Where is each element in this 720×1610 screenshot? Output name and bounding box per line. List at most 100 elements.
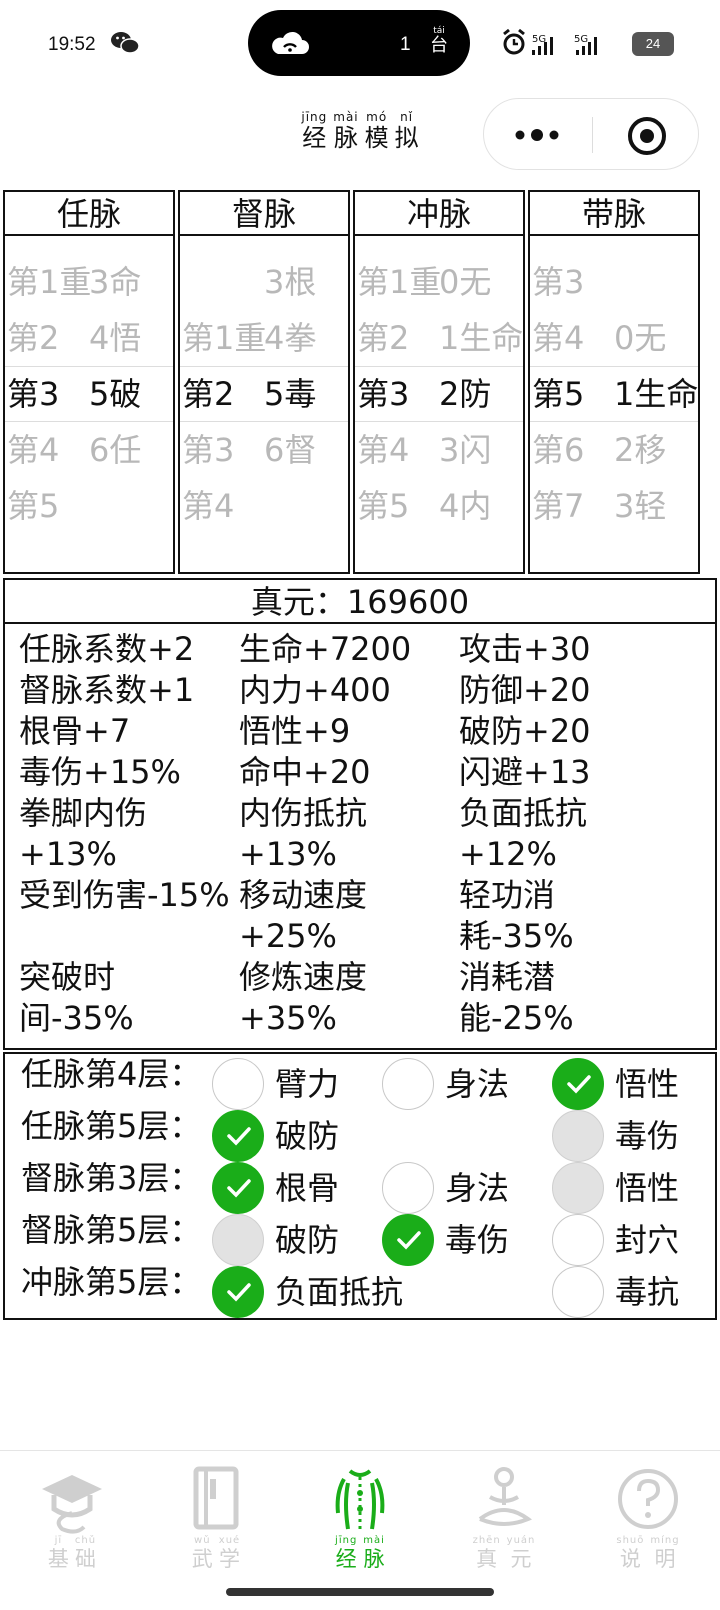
tab-label: shuō 说 míng 明 [576, 1535, 720, 1571]
meridian-wheel[interactable]: 第3 第4 0无 第5 1生命 第6 2移 第7 3轻 [530, 236, 698, 572]
wheel-row[interactable]: 第4 [182, 478, 264, 534]
cloud-sync-icon [272, 31, 309, 54]
level-label: 第4 [532, 319, 585, 357]
meridian-column-3: 冲脉 第1重0无 第2 1生命 第3 2防 第4 3闪 第5 4内 [353, 190, 525, 574]
tab-label-char: jīng 经 [335, 1535, 358, 1571]
stat-item: 间-35% [19, 999, 134, 1037]
wheel-row[interactable]: 第1重3命 [7, 254, 141, 310]
tab-label: zhēn 真 yuán 元 [432, 1535, 576, 1571]
wheel-row[interactable]: 3根 [182, 254, 316, 310]
stat-item: +13% [239, 835, 337, 873]
level-label: 第1重 [7, 263, 92, 301]
tab-zhēnyuán[interactable]: zhēn 真 yuán 元 [432, 1451, 576, 1583]
tab-label: wǔ 武 xué 学 [144, 1535, 288, 1571]
wheel-row[interactable]: 第3 6督 [182, 422, 316, 478]
option-label: 破防 [275, 1221, 340, 1259]
checkmark-icon [227, 1127, 251, 1146]
wheel-row-selected[interactable]: 第2 5毒 [182, 366, 316, 422]
wheel-row[interactable]: 第2 4悟 [7, 310, 141, 366]
meridian-wheel[interactable]: 第1重0无 第2 1生命 第3 2防 第4 3闪 第5 4内 [355, 236, 523, 572]
stat-item: 受到伤害-15% [19, 876, 230, 914]
option-checkbox[interactable] [212, 1162, 264, 1214]
wheel-row-selected[interactable]: 第5 1生命 [532, 366, 698, 422]
option-label: 毒抗 [615, 1273, 680, 1311]
wheel-row[interactable]: 第3 [532, 254, 614, 310]
tab-wǔxué[interactable]: wǔ 武 xué 学 [144, 1451, 288, 1583]
level-label: 第3 [532, 263, 585, 301]
stat-item: 消耗潜 [459, 958, 556, 996]
level-label: 第1重 [357, 263, 442, 301]
wheel-row[interactable]: 第1重4拳 [182, 310, 316, 366]
stat-item: 突破时 [19, 958, 116, 996]
wheel-row[interactable]: 第4 0无 [532, 310, 666, 366]
wheel-row[interactable]: 第5 [7, 478, 89, 534]
level-effect: 4内 [439, 487, 492, 525]
tab-label-char: xué 学 [218, 1535, 241, 1571]
option-checkbox[interactable] [552, 1058, 604, 1110]
tab-jīchǔ[interactable]: jī 基 chǔ 础 [0, 1451, 144, 1583]
stat-item: +35% [239, 999, 337, 1037]
option-checkbox[interactable] [382, 1214, 434, 1266]
scholar-cap-icon [42, 1475, 102, 1534]
dynamic-island[interactable]: 1 tái 台 [248, 10, 470, 76]
wheel-row[interactable]: 第7 3轻 [532, 478, 666, 534]
option-checkbox[interactable] [212, 1266, 264, 1318]
tab-label-char: zhēn 真 [472, 1535, 501, 1571]
wheel-row-selected[interactable]: 第3 5破 [7, 366, 141, 422]
level-label: 第4 [357, 431, 410, 469]
level-effect: 3闪 [439, 431, 492, 469]
stat-item: 轻功消 [459, 876, 556, 914]
tab-shuōmíng[interactable]: shuō 说 míng 明 [576, 1451, 720, 1583]
option-label: 悟性 [615, 1169, 680, 1207]
stat-item: 攻击+30 [459, 630, 591, 668]
miniprogram-capsule [483, 98, 699, 170]
close-miniprogram-icon[interactable] [626, 115, 668, 157]
option-row-label: 任脉第4层： [21, 1055, 202, 1093]
body-meridian-icon [335, 1469, 385, 1530]
level-effect: 0无 [439, 263, 492, 301]
stat-item: 负面抵抗 [459, 794, 588, 832]
wheel-row[interactable]: 第4 6任 [7, 422, 141, 478]
meridian-wheel[interactable]: 第1重3命 第2 4悟 第3 5破 第4 6任 第5 [5, 236, 173, 572]
option-row-label: 任脉第5层： [21, 1107, 202, 1145]
option-checkbox[interactable] [212, 1110, 264, 1162]
option-checkbox[interactable] [552, 1214, 604, 1266]
wheel-row[interactable]: 第5 4内 [357, 478, 491, 534]
option-label: 身法 [445, 1065, 510, 1103]
wheel-row-selected[interactable]: 第3 2防 [357, 366, 491, 422]
tab-label-char: jī 基 [47, 1535, 69, 1571]
wheel-row[interactable]: 第4 3闪 [357, 422, 491, 478]
tab-label-char: mài 脉 [363, 1535, 385, 1571]
tab-label-char: wǔ 武 [191, 1535, 213, 1571]
meridian-column-1: 任脉 第1重3命 第2 4悟 第3 5破 第4 6任 第5 [3, 190, 175, 574]
level-effect: 3命 [89, 263, 142, 301]
level-label: 第2 [357, 319, 410, 357]
signal-5g-icon-2: 5G [574, 34, 597, 55]
option-label: 破防 [275, 1117, 340, 1155]
option-checkbox[interactable] [382, 1058, 434, 1110]
level-label: 第3 [7, 375, 60, 413]
level-label: 第2 [182, 375, 235, 413]
meridian-wheel[interactable]: 3根 第1重4拳 第2 5毒 第3 6督 第4 [180, 236, 348, 572]
status-bar: 19:52 1 tái 台 5G 5G 24 [0, 0, 720, 92]
wheel-row[interactable]: 第1重0无 [357, 254, 491, 310]
stats-panel: 真元：169600 任脉系数+2 督脉系数+1 根骨+7 毒伤+15% 拳脚内伤 +13%… [3, 578, 717, 1050]
level-label: 第2 [7, 319, 60, 357]
meridian-name: 督脉 [180, 192, 348, 236]
option-checkbox[interactable] [212, 1058, 264, 1110]
book-icon [193, 1466, 239, 1530]
wheel-row[interactable]: 第6 2移 [532, 422, 666, 478]
option-checkbox[interactable] [382, 1162, 434, 1214]
option-checkbox[interactable] [552, 1266, 604, 1318]
level-effect: 4拳 [264, 319, 317, 357]
level-label: 第5 [7, 487, 60, 525]
level-label: 第5 [532, 375, 585, 413]
checkmark-icon [227, 1179, 251, 1198]
more-icon[interactable] [512, 121, 562, 149]
level-label: 第6 [532, 431, 585, 469]
wheel-row[interactable]: 第2 1生命 [357, 310, 523, 366]
battery-indicator: 24 [632, 32, 674, 56]
option-label: 悟性 [615, 1065, 680, 1103]
tab-jīngmài[interactable]: jīng 经 mài 脉 [288, 1451, 432, 1583]
capsule-divider [592, 117, 593, 153]
